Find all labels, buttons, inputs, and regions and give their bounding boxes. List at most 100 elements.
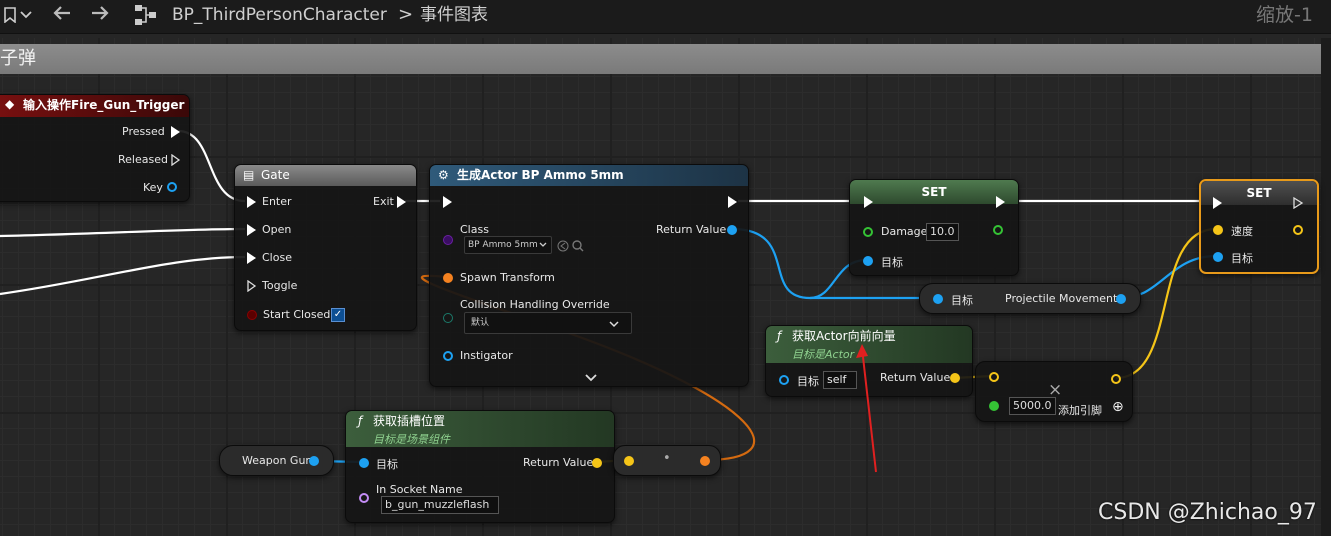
damage-out-pin[interactable]	[993, 225, 1003, 235]
projectile-target-pin[interactable]	[933, 294, 943, 304]
instigator-pin[interactable]	[443, 351, 453, 361]
set-speed-node[interactable]: SET 速度 目标	[1199, 179, 1319, 274]
collision-dropdown[interactable]: 默认	[464, 312, 632, 334]
set-damage-node[interactable]: SET Damage 10.0 目标	[849, 179, 1019, 276]
toggle-label: Toggle	[262, 279, 298, 292]
released-label: Released	[118, 153, 168, 166]
collision-label: Collision Handling Override	[460, 298, 610, 311]
projectile-label: Projectile Movement	[1005, 292, 1118, 305]
start-closed-label: Start Closed	[263, 308, 331, 321]
weapon-gun-out-pin[interactable]	[309, 456, 319, 466]
multiply-out-pin[interactable]	[1111, 374, 1121, 384]
close-exec-pin[interactable]	[247, 252, 256, 264]
forward-target-label: 目标	[797, 375, 819, 388]
gate-node[interactable]: Gate ▤ Enter Exit Open Close Toggle Star…	[234, 164, 417, 331]
socket-name-value: b_gun_muzzleflash	[385, 498, 490, 511]
forward-target-pin[interactable]	[779, 375, 789, 385]
multiply-b-pin[interactable]	[989, 401, 999, 411]
self-value: self	[827, 373, 847, 386]
gate-title: Gate	[261, 168, 290, 182]
class-label: Class	[460, 223, 489, 236]
reroute-node[interactable]: •	[613, 445, 721, 476]
damage-pin[interactable]	[863, 227, 873, 237]
reroute-in-pin[interactable]	[624, 456, 634, 466]
forward-return-pin[interactable]	[950, 373, 960, 383]
input-diamond-icon: ◆	[5, 97, 15, 111]
multiply-b-input[interactable]: 5000.0	[1009, 397, 1056, 415]
weapon-gun-node[interactable]: Weapon Gun	[219, 445, 334, 476]
get-socket-location-node[interactable]: 获取插槽位置 ƒ 目标是场景组件 目标 Return Value In Sock…	[345, 410, 615, 523]
start-closed-pin[interactable]	[247, 310, 257, 320]
gate-icon: ▤	[243, 168, 255, 182]
vertical-scrollbar[interactable]	[1321, 38, 1331, 536]
in-socket-label: In Socket Name	[376, 483, 463, 496]
toggle-exec-pin[interactable]	[247, 280, 257, 292]
watermark: CSDN @Zhichao_97	[1098, 500, 1317, 525]
class-dropdown[interactable]: BP Ammo 5mm	[464, 236, 552, 254]
spawn-return-pin[interactable]	[727, 225, 737, 235]
damage-value: 10.0	[930, 225, 955, 238]
socket-return-pin[interactable]	[592, 458, 602, 468]
pressed-exec-pin[interactable]	[171, 126, 180, 138]
set-damage-header: SET	[850, 180, 1018, 204]
browse-search-icon[interactable]	[572, 240, 584, 252]
spawn-actor-node[interactable]: 生成Actor BP Ammo 5mm ⚙ Class BP Ammo 5mm …	[429, 164, 749, 387]
reroute-out-pin[interactable]	[700, 456, 710, 466]
input-action-title: 输入操作Fire_Gun_Trigger	[23, 98, 185, 112]
function-icon: ƒ	[358, 414, 363, 428]
set-speed-target-pin[interactable]	[1213, 252, 1223, 262]
set-damage-target-label: 目标	[881, 256, 903, 269]
socket-target-pin[interactable]	[359, 458, 369, 468]
multiply-b-value: 5000.0	[1013, 399, 1052, 412]
collision-value: 默认	[471, 318, 490, 328]
class-dropdown-value: BP Ammo 5mm	[468, 240, 538, 250]
set-speed-target-label: 目标	[1231, 252, 1253, 265]
spawn-header: 生成Actor BP Ammo 5mm	[430, 165, 748, 186]
speed-out-pin[interactable]	[1293, 225, 1303, 235]
multiply-a-pin[interactable]	[989, 372, 999, 382]
pressed-label: Pressed	[122, 125, 165, 138]
add-pin-label[interactable]: 添加引脚	[1058, 402, 1102, 418]
open-exec-pin[interactable]	[247, 224, 256, 236]
blueprint-editor: BP_ThirdPersonCharacter > 事件图表 缩放-1 射子弹	[0, 0, 1331, 536]
released-exec-pin[interactable]	[171, 154, 181, 166]
expand-pins-icon[interactable]	[585, 374, 597, 382]
spawn-exec-in[interactable]	[443, 196, 452, 208]
spawn-transform-label: Spawn Transform	[460, 271, 555, 284]
function-icon: ƒ	[777, 329, 782, 343]
set-speed-title: SET	[1246, 186, 1272, 200]
input-action-node[interactable]: 输入操作Fire_Gun_Trigger ◆ Pressed Released …	[0, 94, 190, 202]
use-selected-icon[interactable]	[557, 240, 569, 252]
collision-pin[interactable]	[443, 313, 453, 323]
damage-label: Damage	[881, 225, 928, 238]
set-damage-exec-in[interactable]	[864, 196, 873, 208]
chevron-down-icon	[539, 242, 547, 247]
speed-pin[interactable]	[1213, 225, 1223, 235]
set-damage-exec-out[interactable]	[996, 196, 1005, 208]
spawn-exec-out[interactable]	[728, 196, 737, 208]
exit-exec-pin[interactable]	[397, 196, 406, 208]
in-socket-pin[interactable]	[359, 493, 369, 503]
set-damage-target-pin[interactable]	[863, 256, 873, 266]
gate-header: Gate	[235, 165, 416, 186]
checkmark: ✓	[333, 309, 343, 320]
projectile-target-label: 目标	[951, 294, 973, 307]
start-closed-checkbox[interactable]: ✓	[331, 308, 345, 322]
set-speed-exec-out[interactable]	[1293, 197, 1304, 209]
forward-return-label: Return Value	[880, 371, 951, 384]
spawn-transform-pin[interactable]	[443, 273, 453, 283]
add-pin-plus-icon[interactable]: ⊕	[1112, 399, 1124, 415]
class-pin[interactable]	[443, 235, 453, 245]
instigator-label: Instigator	[460, 349, 513, 362]
chevron-down-icon	[609, 321, 619, 328]
projectile-out-pin[interactable]	[1116, 294, 1126, 304]
key-pin[interactable]	[167, 182, 177, 192]
projectile-movement-node[interactable]: 目标 Projectile Movement	[919, 283, 1141, 314]
damage-input[interactable]: 10.0	[926, 223, 959, 241]
enter-exec-pin[interactable]	[247, 196, 256, 208]
enter-label: Enter	[262, 195, 292, 208]
annotation-arrow	[856, 344, 877, 473]
set-speed-exec-in[interactable]	[1213, 197, 1222, 209]
socket-name-input[interactable]: b_gun_muzzleflash	[381, 496, 499, 514]
multiply-node[interactable]: × 5000.0 添加引脚 ⊕	[975, 361, 1133, 422]
